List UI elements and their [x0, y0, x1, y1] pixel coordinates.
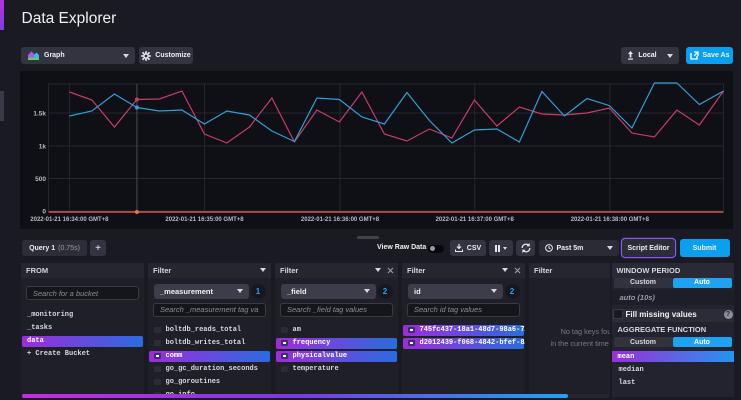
svg-text:2022-01-21 16:34:00 GMT+8: 2022-01-21 16:34:00 GMT+8	[30, 217, 109, 223]
svg-text:2022-01-21 16:36:00 GMT+8: 2022-01-21 16:36:00 GMT+8	[301, 217, 380, 223]
svg-text:2022-01-21 16:35:00 GMT+8: 2022-01-21 16:35:00 GMT+8	[165, 217, 244, 223]
svg-text:500: 500	[35, 176, 46, 183]
svg-text:2022-01-21 16:37:00 GMT+8: 2022-01-21 16:37:00 GMT+8	[436, 217, 515, 223]
svg-text:2022-01-21 16:38:00 GMT+8: 2022-01-21 16:38:00 GMT+8	[571, 217, 650, 223]
svg-text:1.5k: 1.5k	[33, 111, 46, 118]
svg-text:1k: 1k	[39, 144, 47, 151]
svg-text:0: 0	[42, 209, 46, 216]
